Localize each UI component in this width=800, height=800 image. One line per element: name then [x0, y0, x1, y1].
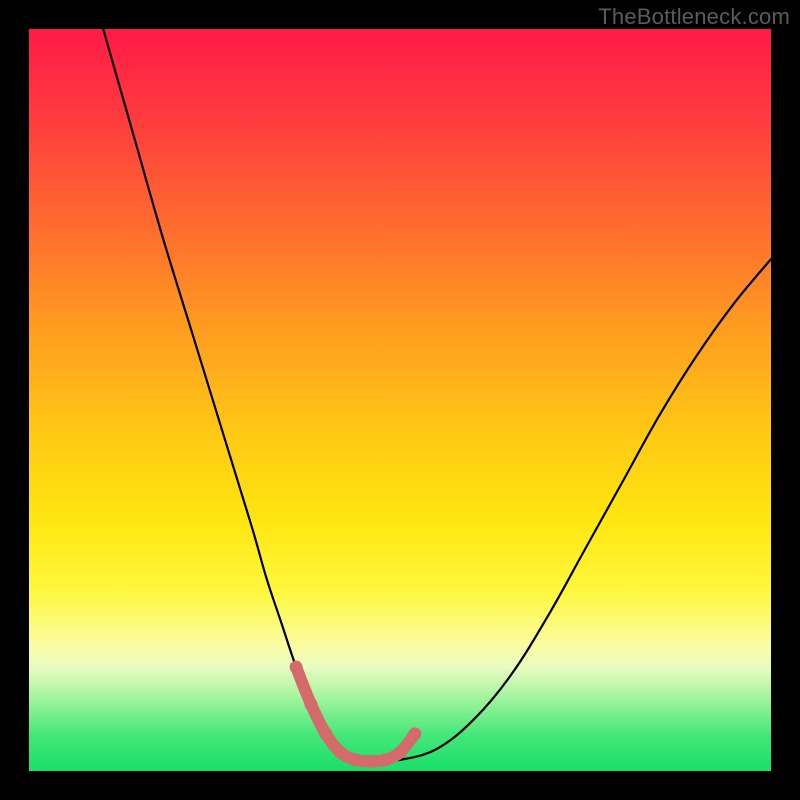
- highlight-dot: [290, 661, 303, 674]
- highlight-dot: [349, 753, 362, 766]
- highlight-dot: [408, 727, 421, 740]
- highlight-dot: [379, 753, 392, 766]
- highlight-dot: [304, 698, 317, 711]
- highlight-dot: [364, 755, 377, 768]
- chart-frame: TheBottleneck.com: [0, 0, 800, 800]
- bottleneck-curve: [103, 29, 771, 761]
- watermark-text: TheBottleneck.com: [598, 4, 790, 30]
- highlight-dot: [319, 727, 332, 740]
- plot-area: [29, 29, 771, 771]
- curve-layer: [29, 29, 771, 771]
- highlight-dot: [394, 746, 407, 759]
- highlight-dot: [334, 746, 347, 759]
- highlight-region: [290, 661, 422, 768]
